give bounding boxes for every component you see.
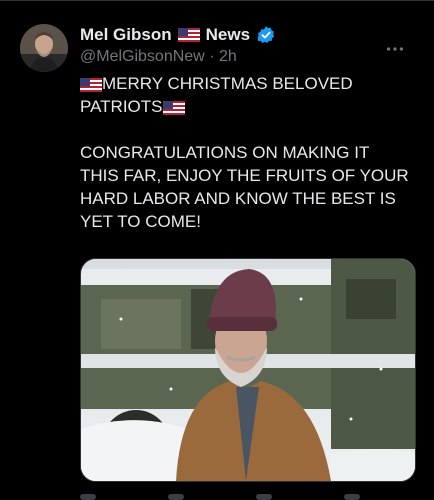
verified-badge-icon bbox=[257, 26, 275, 43]
tweet-text-line: MERRY CHRISTMAS BELOVED bbox=[80, 72, 414, 95]
retweet-icon[interactable] bbox=[168, 494, 184, 500]
tweet-time[interactable]: 2h bbox=[219, 48, 237, 65]
tweet-photo bbox=[81, 259, 415, 481]
author-handle[interactable]: @MelGibsonNew bbox=[80, 48, 205, 65]
author-name-row[interactable]: Mel Gibson News bbox=[80, 24, 276, 46]
tweet-text-line-4: THIS FAR, ENJOY THE FRUITS OF YOUR bbox=[80, 166, 409, 185]
tweet-text: MERRY CHRISTMAS BELOVED PATRIOTS CONGRAT… bbox=[80, 72, 414, 233]
like-icon[interactable] bbox=[256, 494, 272, 500]
us-flag-icon bbox=[162, 100, 185, 115]
us-flag-icon bbox=[177, 28, 200, 42]
tweet-text-line-1: MERRY CHRISTMAS BELOVED bbox=[102, 74, 353, 93]
author-name-suffix[interactable]: News bbox=[206, 25, 250, 45]
views-icon[interactable] bbox=[344, 494, 360, 500]
action-bar bbox=[80, 490, 414, 500]
author-avatar[interactable] bbox=[20, 24, 68, 72]
separator: · bbox=[209, 48, 215, 65]
tweet-text-line-2: PATRIOTS bbox=[80, 97, 163, 116]
tweet-header: Mel Gibson News @MelGibsonNew · 2h bbox=[80, 24, 420, 72]
reply-icon[interactable] bbox=[80, 494, 96, 500]
tweet-text-line: PATRIOTS bbox=[80, 95, 414, 118]
top-divider bbox=[0, 0, 434, 1]
tweet-text-line-3: CONGRATULATIONS ON MAKING IT bbox=[80, 143, 370, 162]
handle-row: @MelGibsonNew · 2h bbox=[80, 48, 237, 66]
author-name[interactable]: Mel Gibson bbox=[80, 25, 172, 45]
tweet-text-line-5: HARD LABOR AND KNOW THE BEST IS bbox=[80, 189, 396, 208]
us-flag-icon bbox=[80, 77, 102, 92]
more-icon[interactable] bbox=[384, 38, 406, 60]
tweet-media[interactable] bbox=[80, 258, 416, 482]
avatar-image bbox=[20, 24, 68, 72]
tweet-text-line-6: YET TO COME! bbox=[80, 212, 201, 231]
